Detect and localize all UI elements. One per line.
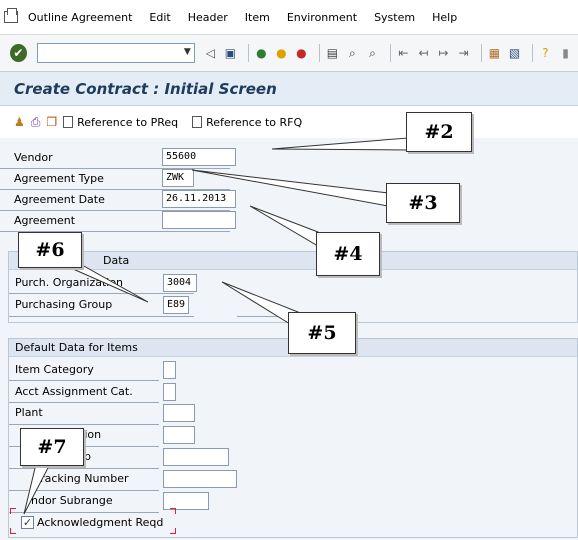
organizational-data-heading: Data [103,254,130,267]
callout-5: #5 [288,312,356,354]
reference-preq-button[interactable]: Reference to PReq [63,116,178,129]
divider [9,380,159,381]
find-icon[interactable]: ⌕ [345,45,360,61]
reference-rfq-label: Reference to RFQ [206,115,303,129]
document-icon [63,116,74,128]
toolbar-separator [318,44,320,62]
divider [0,168,230,169]
print-icon[interactable]: ▤ [325,45,340,61]
shortcut-icon[interactable]: ▧ [507,45,522,61]
back-arrow-icon[interactable]: ◁ [203,45,218,61]
menu-system[interactable]: System [374,11,415,24]
callout-4: #4 [316,232,380,276]
reference-rfq-button[interactable]: Reference to RFQ [192,116,302,129]
agreement-type-label: Agreement Type [14,172,104,185]
previous-page-icon[interactable]: ↤ [416,45,431,61]
purch-org-label: Purch. Organization [15,276,124,289]
cancel-icon[interactable]: ● [294,45,309,61]
callout-6: #6 [18,232,82,268]
application-toolbar: ♟ ⎙ ❐ Reference to PReq Reference to RFQ [0,106,578,138]
standard-toolbar: ✔ ▼ ◁ ▣ ● ● ● ▤ ⌕ ⌕ ⇤ ↤ ↦ ⇥ ▦ ▧ ? ▮ [0,34,578,72]
focus-marker [10,528,16,534]
divider [9,402,159,403]
toolbar-separator [481,44,482,62]
menu-edit[interactable]: Edit [149,11,170,24]
default-data-items-group: Default Data for Items Item Category Acc… [8,338,578,538]
enter-check-icon[interactable]: ✔ [10,44,27,62]
menu-outline-agreement[interactable]: Outline Agreement [28,11,132,24]
divider [9,316,194,317]
system-menu-icon[interactable] [4,8,18,23]
save-icon[interactable]: ▣ [223,45,238,61]
agreement-date-field[interactable]: 26.11.2013 [162,190,236,208]
acct-assignment-label: Acct Assignment Cat. [15,385,133,398]
toolbar-separator [247,44,249,62]
agreement-field[interactable] [162,211,236,229]
focus-marker [170,508,176,514]
callout-3: #3 [386,183,460,223]
toolbar-separator [389,44,391,62]
purch-group-field[interactable]: E89 [163,296,189,314]
tracking-number-field[interactable] [163,470,237,488]
focus-marker [170,528,176,534]
acct-assignment-field[interactable] [163,383,176,401]
menu-item[interactable]: Item [245,11,270,24]
document-icon [192,116,203,128]
last-page-icon[interactable]: ⇥ [456,45,471,61]
divider [9,490,159,491]
menu-environment[interactable]: Environment [287,11,357,24]
divider [9,293,194,294]
plant-label: Plant [15,406,43,419]
storage-location-field[interactable] [163,426,195,444]
command-field[interactable]: ▼ [36,43,195,63]
page-title: Create Contract : Initial Screen [14,79,277,98]
agreement-type-field[interactable]: ZWK [162,169,194,187]
divider [9,468,159,469]
next-page-icon[interactable]: ↦ [436,45,451,61]
focus-marker [10,508,16,514]
callout-7: #7 [20,428,84,466]
layout-menu-icon[interactable]: ▮ [558,45,573,61]
divider [9,424,159,425]
menu-header[interactable]: Header [188,11,228,24]
agreement-date-label: Agreement Date [14,193,105,206]
purch-org-field[interactable]: 3004 [163,274,197,292]
item-category-label: Item Category [15,363,94,376]
group-heading: Data [9,252,577,270]
new-session-icon[interactable]: ▦ [487,45,502,61]
first-page-icon[interactable]: ⇤ [396,45,411,61]
menu-help[interactable]: Help [432,11,457,24]
vendor-field[interactable]: 55600 [162,148,236,166]
screen-title-bar: Create Contract : Initial Screen [0,72,578,106]
divider [9,512,159,513]
vendor-icon[interactable]: ♟ [14,115,25,129]
material-group-field[interactable] [163,448,229,466]
item-category-field[interactable] [163,361,176,379]
back-icon[interactable]: ● [254,45,269,61]
toolbar-separator [532,44,533,62]
vendor-subrange-label: ndor Subrange [31,494,113,507]
copy-icon[interactable]: ❐ [46,115,57,129]
exit-icon[interactable]: ● [274,45,289,61]
find-next-icon[interactable]: ⌕ [365,45,380,61]
menu-bar: Outline Agreement Edit Header Item Envir… [0,0,578,34]
acknowledgment-label: Acknowledgment Reqd [37,516,164,529]
plant-field[interactable] [163,404,195,422]
print-preview-icon[interactable]: ⎙ [31,115,41,130]
command-dropdown-icon[interactable]: ▼ [184,47,191,57]
callout-2: #2 [406,112,472,152]
help-icon[interactable]: ? [538,45,553,61]
tracking-number-label: Tracking Number [35,472,129,485]
vendor-label: Vendor [14,151,53,164]
reference-preq-label: Reference to PReq [77,115,179,129]
acknowledgment-checkbox[interactable]: ✓ [21,516,34,529]
purch-group-label: Purchasing Group [15,298,113,311]
agreement-label: Agreement [14,214,76,227]
